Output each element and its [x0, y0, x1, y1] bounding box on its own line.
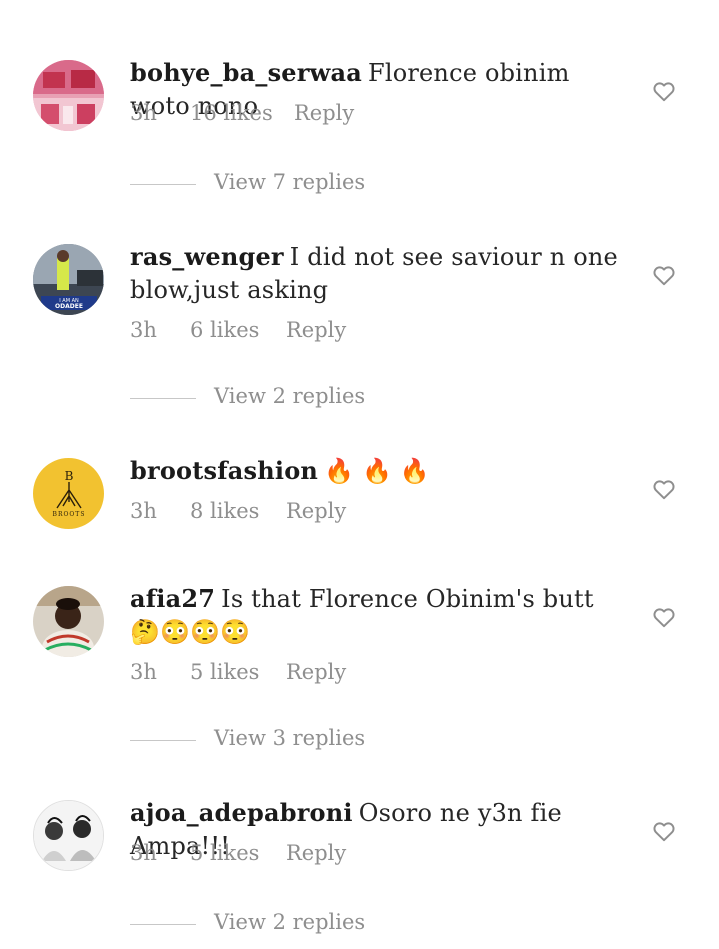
svg-text:ODADEE: ODADEE [55, 303, 83, 310]
heart-outline-icon [653, 822, 675, 842]
comment-time: 3h [130, 841, 157, 865]
comment-time: 3h [130, 101, 157, 125]
comment-likes[interactable]: 6 likes [190, 318, 259, 342]
reply-button[interactable]: Reply [286, 841, 346, 865]
svg-text:BROOTS: BROOTS [53, 511, 86, 518]
like-button[interactable] [651, 78, 677, 104]
heart-outline-icon [653, 608, 675, 628]
heart-outline-icon [653, 266, 675, 286]
svg-text:B: B [65, 469, 74, 483]
comment-time: 3h [130, 318, 157, 342]
comment-likes[interactable]: 8 likes [190, 499, 259, 523]
view-replies-label: View 2 replies [214, 910, 366, 934]
comment-likes[interactable]: 5 likes [190, 841, 259, 865]
like-button[interactable] [651, 262, 677, 288]
reply-button[interactable]: Reply [286, 499, 346, 523]
avatar[interactable]: B BROOTS [33, 458, 104, 529]
comment-text: 🔥 🔥 🔥 [324, 457, 430, 485]
avatar[interactable] [33, 60, 104, 131]
comment-time: 3h [130, 660, 157, 684]
replies-divider [130, 924, 196, 925]
heart-outline-icon [653, 82, 675, 102]
reply-button[interactable]: Reply [286, 660, 346, 684]
comment-username[interactable]: bohye_ba_serwaa [130, 58, 362, 87]
replies-divider [130, 184, 196, 185]
comment-likes[interactable]: 5 likes [190, 660, 259, 684]
comment-time: 3h [130, 499, 157, 523]
avatar[interactable]: I AM AN ODADEE [33, 244, 104, 315]
avatar[interactable] [33, 800, 104, 871]
comment-likes[interactable]: 16 likes [190, 101, 273, 125]
heart-outline-icon [653, 480, 675, 500]
comment-username[interactable]: brootsfashion [130, 456, 318, 485]
reply-button[interactable]: Reply [294, 101, 354, 125]
avatar[interactable] [33, 586, 104, 657]
replies-divider [130, 740, 196, 741]
view-replies-label: View 3 replies [214, 726, 366, 750]
like-button[interactable] [651, 604, 677, 630]
like-button[interactable] [651, 818, 677, 844]
like-button[interactable] [651, 476, 677, 502]
view-replies-label: View 7 replies [214, 170, 366, 194]
comment-username[interactable]: afia27 [130, 584, 215, 613]
view-replies-label: View 2 replies [214, 384, 366, 408]
comment-username[interactable]: ras_wenger [130, 242, 284, 271]
comment-username[interactable]: ajoa_adepabroni [130, 798, 353, 827]
replies-divider [130, 398, 196, 399]
reply-button[interactable]: Reply [286, 318, 346, 342]
